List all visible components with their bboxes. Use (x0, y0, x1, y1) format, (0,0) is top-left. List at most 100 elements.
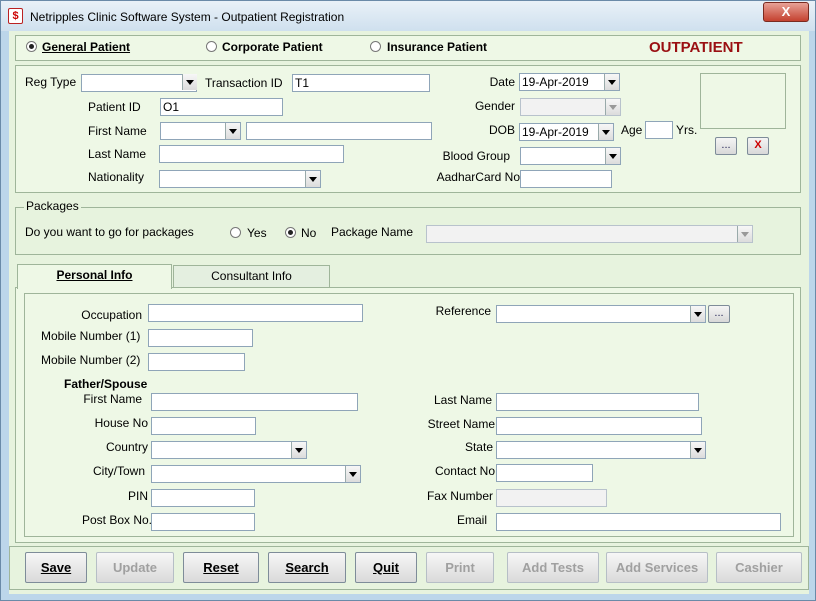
yrs-label: Yrs. (676, 123, 698, 137)
nationality-label: Nationality (88, 170, 145, 184)
packages-question: Do you want to go for packages (25, 225, 194, 239)
add-services-button[interactable]: Add Services (606, 552, 708, 583)
reference-label: Reference (435, 304, 491, 318)
dob-picker[interactable]: 19-Apr-2019 (519, 123, 614, 141)
city-select[interactable] (151, 465, 361, 483)
quit-button[interactable]: Quit (355, 552, 417, 583)
tab-personal-info[interactable]: Personal Info (17, 264, 172, 289)
date-label: Date (489, 75, 515, 89)
gender-select[interactable] (520, 98, 621, 116)
print-button[interactable]: Print (426, 552, 494, 583)
packages-yes-label[interactable]: Yes (247, 226, 267, 240)
chevron-down-icon[interactable] (605, 148, 620, 164)
fs-last-name-field[interactable] (496, 393, 699, 411)
mobile2-field[interactable] (148, 353, 245, 371)
corporate-patient-label[interactable]: Corporate Patient (222, 40, 323, 54)
window-title: Netripples Clinic Software System - Outp… (30, 10, 345, 24)
package-name-label: Package Name (331, 225, 414, 239)
outpatient-banner: OUTPATIENT (649, 39, 743, 56)
form-client-area: General Patient Corporate Patient Insura… (9, 31, 809, 594)
remove-photo-button[interactable]: X (747, 137, 769, 155)
chevron-down-icon[interactable] (737, 226, 752, 242)
reg-type-label: Reg Type (25, 75, 77, 89)
chevron-down-icon[interactable] (598, 124, 613, 140)
state-label: State (464, 440, 493, 454)
post-box-label: Post Box No. (81, 513, 152, 527)
search-button[interactable]: Search (268, 552, 346, 583)
mobile1-label: Mobile Number (1) (41, 329, 141, 343)
chevron-down-icon[interactable] (604, 74, 619, 90)
corporate-patient-radio[interactable] (206, 41, 217, 52)
street-name-label: Street Name (427, 417, 495, 431)
chevron-down-icon[interactable] (182, 74, 197, 90)
chevron-down-icon[interactable] (605, 99, 620, 115)
add-tests-button[interactable]: Add Tests (507, 552, 599, 583)
street-name-field[interactable] (496, 417, 702, 435)
reset-button[interactable]: Reset (183, 552, 259, 583)
age-field[interactable] (645, 121, 673, 139)
personal-info-panel: Occupation Reference ... Mobile Number (… (15, 287, 801, 543)
mobile1-field[interactable] (148, 329, 253, 347)
occupation-field[interactable] (148, 304, 363, 322)
close-window-button[interactable]: X (763, 2, 809, 22)
insurance-patient-radio[interactable] (370, 41, 381, 52)
first-name-field[interactable] (246, 122, 432, 140)
general-patient-radio[interactable] (26, 41, 37, 52)
nationality-select[interactable] (159, 170, 321, 188)
aadhar-label: AadharCard No (436, 170, 520, 184)
action-buttons-bar: Save Update Reset Search Quit Print Add … (9, 546, 809, 590)
chevron-down-icon[interactable] (690, 306, 705, 322)
packages-legend: Packages (24, 199, 81, 213)
last-name-field[interactable] (159, 145, 344, 163)
reference-select[interactable] (496, 305, 706, 323)
fax-number-field[interactable] (496, 489, 607, 507)
update-button[interactable]: Update (96, 552, 174, 583)
chevron-down-icon[interactable] (345, 466, 360, 482)
registration-panel: Reg Type Transaction ID T1 Date 19-Apr-2… (15, 65, 801, 193)
blood-group-select[interactable] (520, 147, 621, 165)
chevron-down-icon[interactable] (225, 123, 240, 139)
reference-browse-button[interactable]: ... (708, 305, 730, 323)
email-field[interactable] (496, 513, 781, 531)
father-spouse-heading: Father/Spouse (64, 377, 148, 391)
save-button[interactable]: Save (25, 552, 87, 583)
clinic-logo-icon: $ (8, 8, 23, 24)
transaction-id-label: Transaction ID (205, 76, 283, 90)
pin-field[interactable] (151, 489, 255, 507)
insurance-patient-label[interactable]: Insurance Patient (387, 40, 487, 54)
first-name-label: First Name (88, 124, 147, 138)
contact-no-field[interactable] (496, 464, 593, 482)
cashier-button[interactable]: Cashier (716, 552, 802, 583)
post-box-field[interactable] (151, 513, 255, 531)
fax-number-label: Fax Number (426, 489, 493, 503)
country-label: Country (105, 440, 148, 454)
city-label: City/Town (92, 464, 145, 478)
transaction-id-field[interactable]: T1 (292, 74, 430, 92)
last-name-label: Last Name (88, 147, 147, 161)
dob-value: 19-Apr-2019 (522, 125, 589, 139)
packages-no-radio[interactable] (285, 227, 296, 238)
packages-no-label[interactable]: No (301, 226, 316, 240)
packages-yes-radio[interactable] (230, 227, 241, 238)
dob-label: DOB (488, 123, 515, 137)
date-value: 19-Apr-2019 (522, 75, 589, 89)
chevron-down-icon[interactable] (291, 442, 306, 458)
fs-first-name-field[interactable] (151, 393, 358, 411)
state-select[interactable] (496, 441, 706, 459)
house-no-field[interactable] (151, 417, 256, 435)
chevron-down-icon[interactable] (305, 171, 320, 187)
general-patient-label[interactable]: General Patient (42, 40, 130, 54)
name-title-select[interactable] (160, 122, 241, 140)
aadhar-field[interactable] (520, 170, 612, 188)
reg-type-select[interactable] (81, 74, 197, 92)
patient-id-field[interactable]: O1 (160, 98, 283, 116)
package-name-select[interactable] (426, 225, 753, 243)
tab-consultant-info[interactable]: Consultant Info (173, 265, 330, 287)
pin-label: PIN (127, 489, 148, 503)
packages-panel: Packages Do you want to go for packages … (15, 199, 801, 255)
date-picker[interactable]: 19-Apr-2019 (519, 73, 620, 91)
browse-photo-button[interactable]: ... (715, 137, 737, 155)
country-select[interactable] (151, 441, 307, 459)
mobile2-label: Mobile Number (2) (41, 353, 141, 367)
chevron-down-icon[interactable] (690, 442, 705, 458)
